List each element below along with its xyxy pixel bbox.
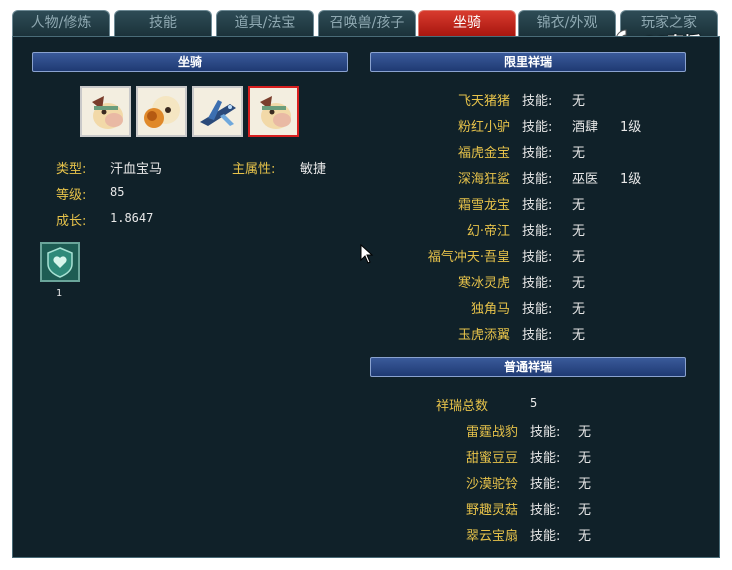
limited-row: 幻·帝江 技能: 无 xyxy=(370,220,680,242)
limited-skill-label: 技能: xyxy=(522,276,553,291)
mount-slot-1[interactable] xyxy=(80,86,131,137)
game-window: 人物/修炼 技能 道具/法宝 召唤兽/孩子 坐骑 锦衣/外观 玩家之家 CC直播… xyxy=(0,0,732,570)
normal-total-label: 祥瑞总数 xyxy=(435,399,488,414)
level-value: 85 xyxy=(110,185,125,199)
normal-row: 翠云宝扇 技能: 无 xyxy=(370,525,680,547)
limited-name: 粉红小驴 xyxy=(457,120,510,135)
limited-skill-value: 无 xyxy=(572,302,586,317)
limited-row: 玉虎添翼 技能: 无 xyxy=(370,324,680,346)
limited-skill-value: 无 xyxy=(572,94,586,109)
limited-skill-label: 技能: xyxy=(522,146,553,161)
normal-skill-value: 无 xyxy=(578,503,592,518)
limited-name: 玉虎添翼 xyxy=(457,328,510,343)
mouse-cursor-icon xyxy=(360,244,374,264)
normal-name: 雷霆战豹 xyxy=(465,425,518,440)
limited-skill-label: 技能: xyxy=(522,172,553,187)
horse-mount-icon xyxy=(82,88,129,135)
mount-slot-2[interactable] xyxy=(136,86,187,137)
normal-section-header: 普通祥瑞 xyxy=(370,357,686,377)
limited-skill-label: 技能: xyxy=(522,198,553,213)
mount-list xyxy=(80,86,300,141)
limited-row: 独角马 技能: 无 xyxy=(370,298,680,320)
normal-row: 雷霆战豹 技能: 无 xyxy=(370,421,680,443)
normal-name: 翠云宝扇 xyxy=(465,529,518,544)
normal-skill-label: 技能: xyxy=(530,451,561,466)
limited-name: 福虎金宝 xyxy=(457,146,510,161)
limited-row: 粉红小驴 技能: 酒肆 1级 xyxy=(370,116,680,138)
limited-skill-value: 无 xyxy=(572,276,586,291)
limited-skill-value: 酒肆 xyxy=(572,120,599,135)
mount-slot-3[interactable] xyxy=(192,86,243,137)
mount-slot-4[interactable] xyxy=(248,86,299,137)
sheep-mount-icon xyxy=(138,88,185,135)
limited-row: 深海狂鲨 技能: 巫医 1级 xyxy=(370,168,680,190)
limited-skill-label: 技能: xyxy=(522,94,553,109)
normal-skill-label: 技能: xyxy=(530,477,561,492)
limited-skill-value: 无 xyxy=(572,146,586,161)
limited-name: 寒冰灵虎 xyxy=(457,276,510,291)
type-value: 汗血宝马 xyxy=(110,162,163,177)
limited-name: 幻·帝江 xyxy=(466,224,510,239)
mount-section-header: 坐骑 xyxy=(32,52,348,72)
normal-row: 野趣灵菇 技能: 无 xyxy=(370,499,680,521)
limited-skill-value: 无 xyxy=(572,224,586,239)
normal-name: 沙漠驼铃 xyxy=(465,477,518,492)
growth-label: 成长: xyxy=(56,214,87,229)
jet-mount-icon xyxy=(194,88,241,135)
limited-skill-level: 1级 xyxy=(620,120,642,135)
normal-total-value: 5 xyxy=(530,396,538,410)
tab-outfit[interactable]: 锦衣/外观 xyxy=(518,10,616,36)
mount-skill-slot[interactable] xyxy=(40,242,80,282)
normal-skill-label: 技能: xyxy=(530,503,561,518)
normal-skill-value: 无 xyxy=(578,451,592,466)
tab-skills[interactable]: 技能 xyxy=(114,10,212,36)
normal-skill-label: 技能: xyxy=(530,425,561,440)
limited-skill-label: 技能: xyxy=(522,250,553,265)
main-attr-value: 敏捷 xyxy=(300,162,327,177)
type-label: 类型: xyxy=(56,162,87,177)
normal-total-row: 祥瑞总数 5 xyxy=(370,395,670,417)
normal-name: 甜蜜豆豆 xyxy=(465,451,518,466)
normal-name: 野趣灵菇 xyxy=(465,503,518,518)
tab-items[interactable]: 道具/法宝 xyxy=(216,10,314,36)
normal-skill-value: 无 xyxy=(578,425,592,440)
normal-skill-label: 技能: xyxy=(530,529,561,544)
limited-skill-level: 1级 xyxy=(620,172,642,187)
limited-skill-label: 技能: xyxy=(522,120,553,135)
limited-skill-value: 无 xyxy=(572,198,586,213)
limited-skill-value: 无 xyxy=(572,328,586,343)
limited-skill-label: 技能: xyxy=(522,224,553,239)
normal-skill-value: 无 xyxy=(578,529,592,544)
limited-skill-value: 无 xyxy=(572,250,586,265)
limited-row: 福气冲天·吾皇 技能: 无 xyxy=(370,246,680,268)
heart-shield-icon xyxy=(42,244,78,280)
limited-name: 独角马 xyxy=(470,302,510,317)
tab-pets[interactable]: 召唤兽/孩子 xyxy=(318,10,416,36)
limited-row: 福虎金宝 技能: 无 xyxy=(370,142,680,164)
limited-skill-value: 巫医 xyxy=(572,172,599,187)
tab-character[interactable]: 人物/修炼 xyxy=(12,10,110,36)
growth-value: 1.8647 xyxy=(110,211,154,225)
normal-row: 甜蜜豆豆 技能: 无 xyxy=(370,447,680,469)
limited-name: 飞天猪猪 xyxy=(457,94,510,109)
limited-name: 福气冲天·吾皇 xyxy=(427,250,510,265)
limited-row: 寒冰灵虎 技能: 无 xyxy=(370,272,680,294)
normal-row: 沙漠驼铃 技能: 无 xyxy=(370,473,680,495)
limited-name: 深海狂鲨 xyxy=(457,172,510,187)
limited-name: 霜雪龙宝 xyxy=(457,198,510,213)
main-attr-label: 主属性: xyxy=(232,162,276,177)
normal-skill-value: 无 xyxy=(578,477,592,492)
limited-skill-label: 技能: xyxy=(522,328,553,343)
limited-skill-label: 技能: xyxy=(522,302,553,317)
limited-section-header: 限里祥瑞 xyxy=(370,52,686,72)
horse-mount-icon xyxy=(250,88,297,135)
level-label: 等级: xyxy=(56,188,87,203)
tab-mount[interactable]: 坐骑 xyxy=(418,10,516,36)
limited-row: 飞天猪猪 技能: 无 xyxy=(370,90,680,112)
limited-row: 霜雪龙宝 技能: 无 xyxy=(370,194,680,216)
skill-count: 1 xyxy=(56,288,63,299)
